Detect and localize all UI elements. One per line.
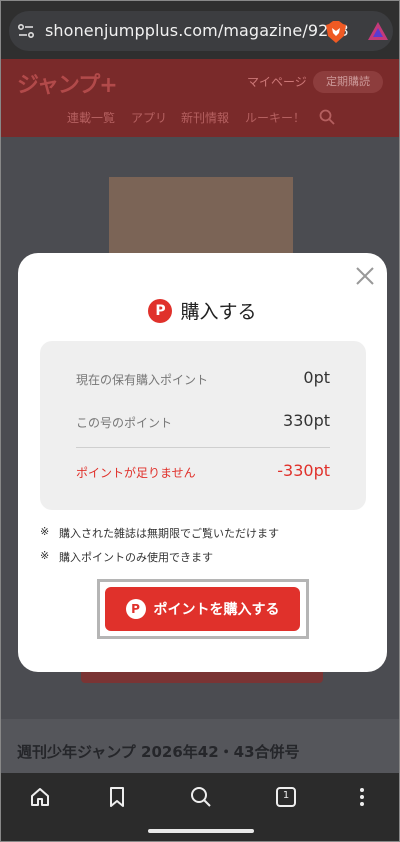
brave-shields-icon[interactable]	[325, 20, 347, 44]
held-points-label: 現在の保有購入ポイント	[76, 373, 209, 387]
tab-count: 1	[282, 790, 290, 801]
purchase-modal: P 購入する 現在の保有購入ポイント 0pt この号のポイント 330pt ポイ…	[18, 253, 387, 672]
bookmark-icon[interactable]	[105, 785, 129, 809]
point-icon: P	[125, 599, 146, 619]
note-mark: ※	[40, 549, 50, 562]
phone-screen: shonenjumpplus.com/magazine/9253 ジャンプ+ マ…	[0, 0, 400, 842]
nav-item-app[interactable]: アプリ	[131, 109, 167, 126]
site-nav: 連載一覧 アプリ 新刊情報 ルーキー！	[1, 107, 399, 129]
points-summary: 現在の保有購入ポイント 0pt この号のポイント 330pt ポイントが足りませ…	[40, 341, 366, 510]
more-menu-icon[interactable]	[350, 785, 374, 809]
divider	[76, 447, 330, 448]
url-text[interactable]: shonenjumpplus.com/magazine/9253	[45, 21, 349, 40]
home-icon[interactable]	[28, 785, 52, 809]
close-icon[interactable]	[354, 265, 376, 287]
modal-title-text: 購入する	[180, 301, 257, 323]
nav-item-rookie[interactable]: ルーキー！	[245, 109, 305, 126]
brave-rewards-icon[interactable]	[367, 20, 389, 42]
tabs-button[interactable]: 1	[274, 785, 298, 809]
held-points-value: 0pt	[303, 368, 330, 387]
browser-bottom-nav: 1	[1, 773, 399, 841]
nav-item-new[interactable]: 新刊情報	[181, 109, 229, 126]
shortage-label: ポイントが足りません	[76, 466, 196, 480]
point-badge-icon: P	[148, 298, 173, 323]
buy-points-button[interactable]: P ポイントを購入する	[105, 587, 300, 631]
shortage-value: -330pt	[277, 461, 330, 480]
issue-title: 週刊少年ジャンプ 2026年42・43合併号	[17, 743, 300, 761]
site-logo[interactable]: ジャンプ+	[17, 67, 118, 99]
search-icon[interactable]	[189, 785, 213, 809]
nav-item-series[interactable]: 連載一覧	[67, 109, 115, 126]
buy-points-label: ポイントを購入する	[153, 602, 280, 618]
note-mark: ※	[40, 525, 50, 538]
address-bar[interactable]: shonenjumpplus.com/magazine/9253	[9, 11, 393, 51]
note-item: ※ 購入された雑誌は無期限でご覧いただけます	[40, 525, 370, 549]
note-text: 購入ポイントのみ使用できます	[59, 551, 213, 564]
magazine-cover	[109, 177, 293, 263]
mypage-link[interactable]: マイページ	[247, 73, 307, 90]
modal-title: P 購入する	[18, 297, 387, 325]
browser-toolbar: shonenjumpplus.com/magazine/9253	[1, 1, 399, 59]
subscribe-button[interactable]: 定期購読	[313, 71, 383, 93]
issue-info: 週刊少年ジャンプ 2026年42・43合併号	[1, 719, 399, 773]
home-indicator[interactable]	[148, 829, 254, 833]
note-text: 購入された雑誌は無期限でご覧いただけます	[59, 527, 279, 540]
purchase-notes: ※ 購入された雑誌は無期限でご覧いただけます ※ 購入ポイントのみ使用できます	[40, 525, 370, 573]
site-settings-icon[interactable]	[17, 22, 35, 40]
note-item: ※ 購入ポイントのみ使用できます	[40, 549, 370, 573]
issue-points-value: 330pt	[283, 411, 330, 430]
search-icon[interactable]	[319, 109, 335, 125]
site-header: ジャンプ+ マイページ 定期購読 連載一覧 アプリ 新刊情報 ルーキー！	[1, 59, 399, 137]
issue-points-label: この号のポイント	[76, 416, 173, 430]
